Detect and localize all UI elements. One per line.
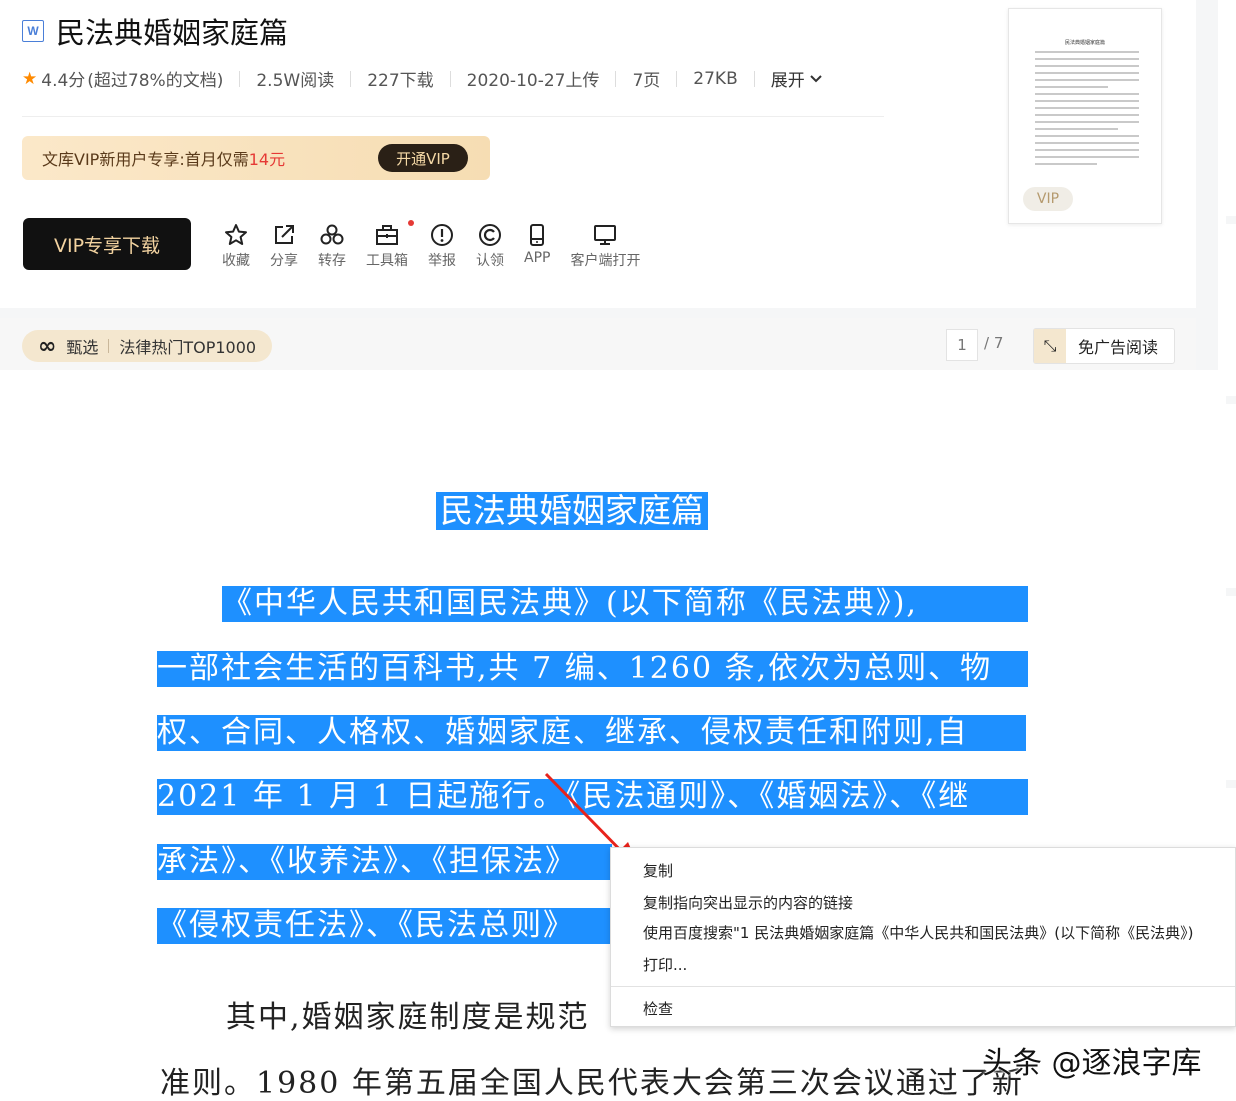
file-size: 27KB <box>693 68 738 89</box>
star-icon: ★ <box>22 68 38 89</box>
content-line[interactable]: 准则。1980 年第五届全国人民代表大会第三次会议通过了新 <box>160 1066 1024 1101</box>
vip-download-button[interactable]: VIP专享下载 <box>23 218 191 270</box>
document-meta: ★ 4.4分 (超过78%的文档) 2.5W阅读 227下载 2020-10-2… <box>22 66 823 91</box>
read-count: 2.5W阅读 <box>256 71 335 91</box>
tool-label: 客户端打开 <box>570 253 641 269</box>
content-line[interactable]: 权、合同、人格权、婚姻家庭、继承、侵权责任和附则,自 <box>157 715 1026 751</box>
document-thumbnail[interactable]: 民法典婚姻家庭篇 VIP <box>1008 8 1162 224</box>
tool-label: APP <box>524 250 551 266</box>
phone-icon <box>530 224 545 246</box>
menu-item-copy[interactable]: 复制 <box>643 860 673 881</box>
word-doc-icon: W <box>22 20 44 42</box>
curated-text: 法律热门TOP1000 <box>119 338 257 357</box>
content-line[interactable]: 《中华人民共和国民法典》(以下简称《民法典》), <box>222 586 1028 622</box>
tool-claim[interactable]: 认领 <box>476 222 504 270</box>
menu-item-baidu-search[interactable]: 使用百度搜索"1 民法典婚姻家庭篇《中华人民共和国民法典》(以下简称《民法典》) <box>643 922 1193 943</box>
watermark: 头条 @逐浪字库 <box>982 1046 1202 1081</box>
toolbox-icon <box>376 225 398 245</box>
tool-label: 工具箱 <box>366 253 408 269</box>
meta-divider <box>615 70 617 87</box>
content-title[interactable]: 民法典婚姻家庭篇 <box>436 492 708 530</box>
tool-favorite[interactable]: 收藏 <box>222 222 250 270</box>
document-header: W 民法典婚姻家庭篇 ★ 4.4分 (超过78%的文档) 2.5W阅读 227下… <box>0 0 1196 308</box>
tool-bar: 收藏 分享 转存 工具箱 举报 认领 APP 客户端打开 <box>222 220 660 270</box>
tool-app[interactable]: APP <box>524 222 550 270</box>
notification-dot <box>408 220 414 226</box>
expand-button[interactable]: 展开 <box>771 66 823 91</box>
page-count: 7页 <box>632 71 661 91</box>
save-to-icon <box>320 224 344 245</box>
curated-brand: 甄选 <box>66 338 99 357</box>
thumbnail-title: 民法典婚姻家庭篇 <box>1064 40 1105 46</box>
meta-divider <box>449 70 451 87</box>
content-line[interactable]: 《侵权责任法》、《民法总则》 <box>157 908 610 944</box>
thumbnail-text-lines <box>1035 51 1139 170</box>
content-line[interactable]: 其中,婚姻家庭制度是规范 <box>226 1000 590 1036</box>
document-title: 民法典婚姻家庭篇 <box>56 16 289 50</box>
share-icon <box>275 225 294 244</box>
ad-free-reading-button[interactable]: ⤡ 免广告阅读 <box>1033 328 1175 364</box>
tool-open-client[interactable]: 客户端打开 <box>570 222 640 270</box>
open-vip-button[interactable]: 开通VIP <box>378 144 468 172</box>
tool-toolbox[interactable]: 工具箱 <box>366 220 414 270</box>
chevron-down-icon <box>810 74 822 82</box>
vip-promo-banner: 文库VIP新用户专享:首月仅需 14元 开通VIP <box>22 136 490 180</box>
report-icon <box>431 224 453 246</box>
tool-label: 转存 <box>318 253 346 269</box>
reader-toolbar: ∞ 甄选 法律热门TOP1000 1 / 7 ⤡ 免广告阅读 <box>0 318 1196 370</box>
tag-divider <box>108 339 110 353</box>
tool-share[interactable]: 分享 <box>270 222 298 270</box>
curated-tag[interactable]: ∞ 甄选 法律热门TOP1000 <box>22 330 273 362</box>
download-count: 227下载 <box>367 71 434 91</box>
meta-divider <box>350 70 352 87</box>
vip-promo-text: 文库VIP新用户专享:首月仅需 <box>42 150 249 169</box>
tool-label: 收藏 <box>222 253 250 269</box>
meta-divider <box>239 70 241 87</box>
menu-item-inspect[interactable]: 检查 <box>643 998 673 1019</box>
current-page-input[interactable]: 1 <box>946 329 978 361</box>
star-outline-icon <box>225 224 247 245</box>
context-menu: 复制 复制指向突出显示的内容的链接 使用百度搜索"1 民法典婚姻家庭篇《中华人民… <box>610 847 1236 1027</box>
menu-item-print[interactable]: 打印... <box>643 954 687 975</box>
infinity-logo-icon: ∞ <box>38 333 57 359</box>
document-title-row: W 民法典婚姻家庭篇 <box>22 10 288 52</box>
content-line[interactable]: 一部社会生活的百科书,共 7 编、1260 条,依次为总则、物 <box>157 651 1028 687</box>
total-pages: / 7 <box>984 334 1004 352</box>
tool-report[interactable]: 举报 <box>428 222 456 270</box>
rating: 4.4分 <box>41 71 86 91</box>
ad-free-label: 免广告阅读 <box>1078 338 1159 357</box>
menu-item-copy-link[interactable]: 复制指向突出显示的内容的链接 <box>643 892 853 913</box>
page: W 民法典婚姻家庭篇 ★ 4.4分 (超过78%的文档) 2.5W阅读 227下… <box>0 0 1236 1101</box>
tool-label: 举报 <box>428 253 456 269</box>
monitor-icon <box>594 225 617 245</box>
thumbnail-vip-badge: VIP <box>1023 187 1073 211</box>
rating-note: (超过78%的文档) <box>87 71 224 91</box>
tool-save-to[interactable]: 转存 <box>318 222 346 270</box>
copyright-icon <box>479 224 501 246</box>
vip-promo-price: 14元 <box>248 150 286 169</box>
menu-divider <box>611 986 1235 987</box>
tool-label: 分享 <box>270 253 298 269</box>
expand-arrows-icon: ⤡ <box>1034 329 1066 363</box>
meta-divider <box>753 70 755 87</box>
tool-label: 认领 <box>476 253 504 269</box>
header-divider <box>22 116 884 117</box>
upload-date: 2020-10-27上传 <box>466 71 600 91</box>
expand-label: 展开 <box>770 71 805 91</box>
meta-divider <box>676 70 678 87</box>
